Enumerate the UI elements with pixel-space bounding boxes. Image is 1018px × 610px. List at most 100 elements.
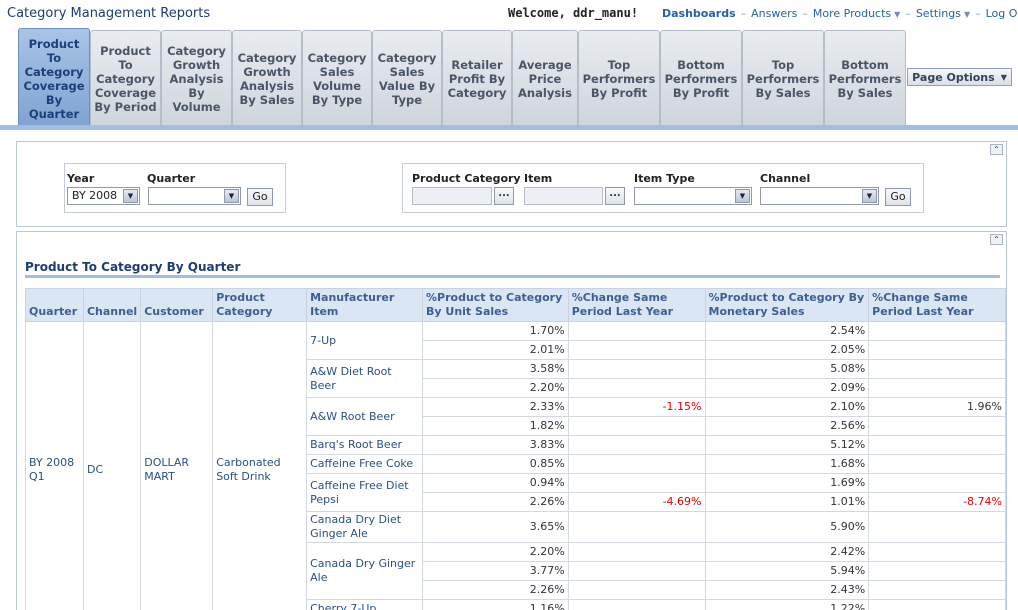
monetary-change-cell [868,416,1006,436]
monetary-share-cell: 2.54% [704,321,870,341]
monetary-change-cell [868,454,1006,474]
global-nav: Dashboards – Answers – More Products ▼ – Settin… [662,7,1018,20]
dashboards-link[interactable]: Dashboards [662,7,736,20]
column-header[interactable]: %Product to Category By Unit Sales [422,288,569,322]
prompts-section: ⌃ Year BY 2008 ▼ Quarter ▼ Go Product Ca… [16,141,1007,227]
tab-top-performers-by-sales[interactable]: Top Performers By Sales [742,30,824,126]
manufacturer-item-cell[interactable]: 7-Up [306,321,424,360]
unit-change-cell [567,561,706,581]
column-header[interactable]: Channel [82,288,142,322]
manufacturer-item-cell[interactable]: Caffeine Free Diet Pepsi [306,473,424,512]
collapse-icon[interactable]: ⌃ [990,234,1003,245]
column-header[interactable]: Manufacturer Item [306,288,424,322]
product-category-browse-button[interactable]: ... [494,187,514,205]
tab-product-to-category-coverage-by-period[interactable]: Product To Category Coverage By Period [90,30,161,126]
page-options-button[interactable]: Page Options ▼ [907,68,1012,86]
tab-product-to-category-coverage-by-quarter[interactable]: Product To Category Coverage By Quarter [18,28,90,128]
tab-category-sales-value-by-type[interactable]: Category Sales Value By Type [372,30,442,126]
unit-change-cell [567,473,706,493]
page-options-label: Page Options [912,70,995,84]
monetary-share-cell: 2.42% [704,542,870,562]
logout-link[interactable]: Log Out [986,7,1018,20]
app-title: Category Management Reports [7,6,211,21]
quarter-cell[interactable]: BY 2008 Q1 [25,321,84,610]
tab-bottom-performers-by-sales[interactable]: Bottom Performers By Sales [824,30,906,126]
tab-category-sales-volume-by-type[interactable]: Category Sales Volume By Type [302,30,372,126]
monetary-share-cell: 1.22% [704,599,870,610]
tab-top-performers-by-profit[interactable]: Top Performers By Profit [578,30,660,126]
channel-cell[interactable]: DC [82,321,142,610]
year-select-value: BY 2008 [72,189,118,202]
item-type-label: Item Type [634,172,695,185]
manufacturer-item-cell[interactable]: Canada Dry Ginger Ale [306,542,424,600]
tab-average-price-analysis[interactable]: Average Price Analysis [512,30,578,126]
monetary-change-cell [868,542,1006,562]
go-button[interactable]: Go [247,188,273,206]
manufacturer-item-cell[interactable]: A&W Diet Root Beer [306,359,424,398]
tab-retailer-profit-by-category[interactable]: Retailer Profit By Category [442,30,512,126]
unit-change-cell: -1.15% [567,397,706,417]
report-section: ⌃ Product To Category By Quarter Quarter… [16,231,1007,610]
monetary-share-cell: 2.09% [704,378,870,398]
unit-change-cell [567,378,706,398]
settings-menu[interactable]: Settings ▼ [916,7,970,20]
item-label: Item [524,172,553,185]
welcome-message: Welcome, ddr_manu! [508,6,639,20]
column-header[interactable]: %Change Same Period Last Year [567,288,706,322]
customer-cell[interactable]: DOLLAR MART [140,321,214,610]
monetary-share-cell: 5.90% [704,511,870,543]
tab-bottom-performers-by-profit[interactable]: Bottom Performers By Profit [660,30,742,126]
nav-separator: – [740,7,747,20]
monetary-share-cell: 1.69% [704,473,870,493]
product-prompt-group: Product Category ... Item ... Item Type … [402,163,924,213]
monetary-change-cell [868,378,1006,398]
manufacturer-item-cell[interactable]: Cherry 7-Up [306,599,424,610]
chevron-down-icon: ▼ [862,189,877,203]
column-header[interactable]: %Change Same Period Last Year [868,288,1006,322]
monetary-share-cell: 1.68% [704,454,870,474]
unit-change-cell [567,511,706,543]
unit-change-cell [567,454,706,474]
column-header[interactable]: Product Category [212,288,308,322]
unit-change-cell: -4.69% [567,492,706,512]
manufacturer-item-cell[interactable]: A&W Root Beer [306,397,424,436]
monetary-change-cell [868,599,1006,610]
monetary-change-cell [868,321,1006,341]
quarter-select[interactable]: ▼ [148,187,241,205]
nav-separator: – [802,7,808,20]
unit-change-cell [567,416,706,436]
unit-share-cell: 2.26% [422,492,569,512]
manufacturer-item-cell[interactable]: Canada Dry Diet Ginger Ale [306,511,424,543]
item-type-select[interactable]: ▼ [634,187,752,205]
chevron-down-icon: ▼ [224,189,239,203]
manufacturer-item-cell[interactable]: Barq's Root Beer [306,435,424,455]
manufacturer-item-cell[interactable]: Caffeine Free Coke [306,454,424,474]
column-header[interactable]: Quarter [25,288,84,322]
column-header[interactable]: %Product to Category By Monetary Sales [704,288,870,322]
dashboard-tabs: Product To Category Coverage By Quarter … [0,28,1018,128]
monetary-share-cell: 1.01% [704,492,870,512]
report-table: Quarter Channel Customer Product Categor… [25,288,1006,610]
unit-share-cell: 1.82% [422,416,569,436]
more-products-menu[interactable]: More Products ▼ [813,7,900,20]
unit-share-cell: 2.20% [422,378,569,398]
channel-select[interactable]: ▼ [760,187,879,205]
collapse-icon[interactable]: ⌃ [990,144,1003,155]
product-category-cell[interactable]: Carbonated Soft Drink [212,321,308,610]
year-select[interactable]: BY 2008 ▼ [67,187,140,205]
unit-change-cell [567,599,706,610]
tab-category-growth-analysis-by-sales[interactable]: Category Growth Analysis By Sales [232,30,302,126]
answers-link[interactable]: Answers [751,7,797,20]
tab-category-growth-analysis-by-volume[interactable]: Category Growth Analysis By Volume [161,30,232,126]
go-button[interactable]: Go [885,188,911,206]
product-category-field[interactable] [412,187,492,205]
unit-share-cell: 3.77% [422,561,569,581]
item-browse-button[interactable]: ... [605,187,625,205]
chevron-down-icon: ▼ [735,189,750,203]
column-header[interactable]: Customer [140,288,214,322]
item-field[interactable] [524,187,603,205]
monetary-share-cell: 5.94% [704,561,870,581]
unit-change-cell [567,542,706,562]
monetary-change-cell [868,435,1006,455]
settings-label: Settings [915,7,961,20]
